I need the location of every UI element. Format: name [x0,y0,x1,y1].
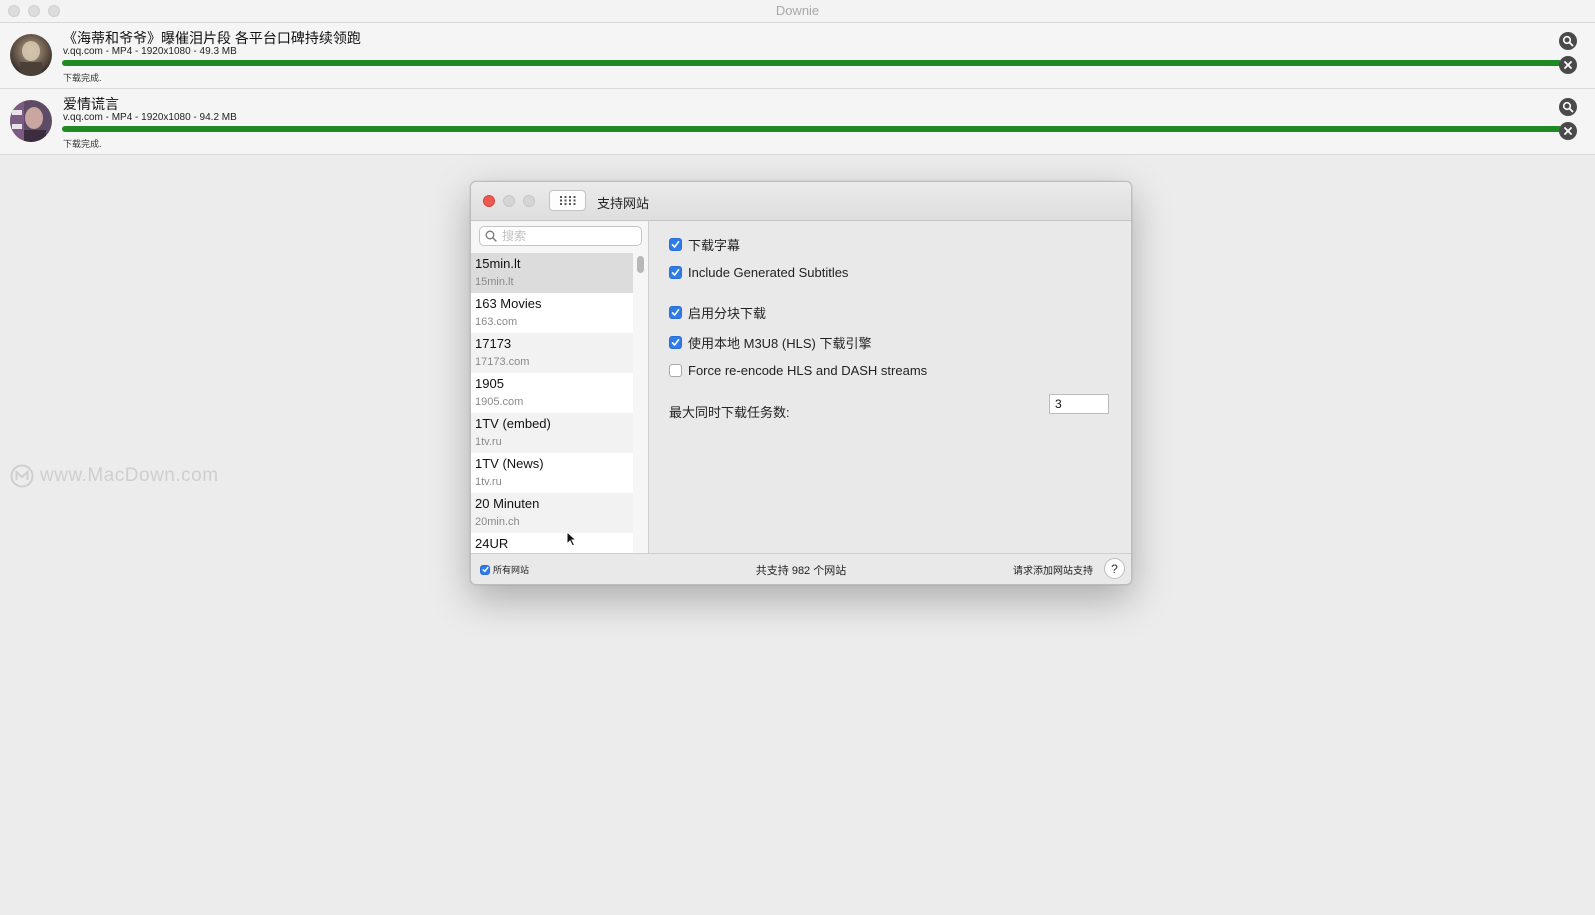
native-hls-checkbox[interactable] [669,336,682,349]
supported-sites-dialog: 支持网站 15min.lt 15min.lt 163 Movies 163.co… [470,181,1132,585]
native-hls-option[interactable]: 使用本地 M3U8 (HLS) 下载引擎 [669,333,871,352]
download-title: 《海蒂和爷爷》曝催泪片段 各平台口碑持续领跑 [63,30,361,46]
site-list[interactable]: 15min.lt 15min.lt 163 Movies 163.com 171… [471,253,633,553]
site-name: 163 Movies [475,296,542,311]
dialog-zoom-button[interactable] [523,195,535,207]
download-subtitles-option[interactable]: 下载字幕 [669,235,740,254]
download-meta: v.qq.com - MP4 - 1920x1080 - 94.2 MB [63,112,237,123]
reveal-in-finder-button[interactable] [1559,98,1577,116]
main-titlebar: Downie [0,0,1595,23]
site-name: 1905 [475,376,504,391]
dialog-minimize-button[interactable] [503,195,515,207]
site-name: 15min.lt [475,256,521,271]
site-list-item[interactable]: 1905 1905.com [471,373,633,413]
download-meta: v.qq.com - MP4 - 1920x1080 - 49.3 MB [63,46,237,57]
generated-subtitles-label: Include Generated Subtitles [688,265,849,280]
remove-download-button[interactable] [1559,122,1577,140]
site-name: 1TV (News) [475,456,544,471]
search-icon [485,230,497,242]
app-title: Downie [775,3,820,18]
dialog-footer: 所有网站 共支持 982 个网站 请求添加网站支持 ? [471,553,1131,584]
site-domain: 17173.com [475,356,530,368]
reveal-in-finder-button[interactable] [1559,32,1577,50]
search-field[interactable] [479,226,642,246]
site-list-item[interactable]: 1TV (News) 1tv.ru [471,453,633,493]
site-list-item[interactable]: 24UR [471,533,633,553]
site-domain: 1tv.ru [475,436,502,448]
native-hls-label: 使用本地 M3U8 (HLS) 下载引擎 [688,336,872,351]
force-reencode-label: Force re-encode HLS and DASH streams [688,363,928,378]
generated-subtitles-option[interactable]: Include Generated Subtitles [669,265,848,280]
video-thumbnail [10,34,52,76]
site-domain: 1905.com [475,396,524,408]
checkmark-icon [671,241,680,248]
site-domain: 20min.ch [475,516,520,528]
site-name: 17173 [475,336,512,351]
close-icon [1564,127,1572,135]
site-list-item[interactable]: 20 Minuten 20min.ch [471,493,633,533]
download-status: 下载完成. [63,73,102,83]
chunked-download-label: 启用分块下载 [688,306,767,321]
magnifier-icon [1562,35,1574,47]
site-list-item[interactable]: 15min.lt 15min.lt [471,253,633,293]
generated-subtitles-checkbox[interactable] [669,266,682,279]
max-concurrent-label: 最大同时下载任务数: [669,405,790,420]
download-status: 下载完成. [63,139,102,149]
remove-download-button[interactable] [1559,56,1577,74]
download-title: 爱情谎言 [63,96,119,112]
close-icon [1564,61,1572,69]
chunked-download-option[interactable]: 启用分块下载 [669,303,766,322]
checkmark-icon [671,309,680,316]
search-input[interactable] [502,228,637,244]
dialog-titlebar: 支持网站 [471,182,1131,221]
site-domain: 163.com [475,316,518,328]
watermark-text: www.MacDown.com [40,465,219,486]
magnifier-icon [1562,101,1574,113]
download-subtitles-checkbox[interactable] [669,238,682,251]
grid-dots-icon [559,196,575,205]
site-name: 20 Minuten [475,496,540,511]
download-progress-bar [62,126,1562,132]
site-name: 1TV (embed) [475,416,551,431]
download-item[interactable]: 《海蒂和爷爷》曝催泪片段 各平台口碑持续领跑 v.qq.com - MP4 - … [0,23,1595,89]
max-concurrent-input[interactable] [1049,394,1109,414]
site-domain: 1tv.ru [475,476,502,488]
help-button[interactable]: ? [1104,558,1125,579]
download-progress-bar [62,60,1562,66]
video-thumbnail [10,100,52,142]
sites-sidebar: 15min.lt 15min.lt 163 Movies 163.com 171… [471,221,649,553]
watermark: www.MacDown.com [10,464,219,488]
macdown-logo-icon [10,464,34,488]
force-reencode-checkbox[interactable] [669,364,682,377]
site-list-item[interactable]: 1TV (embed) 1tv.ru [471,413,633,453]
download-subtitles-label: 下载字幕 [688,238,741,253]
site-list-scrollbar[interactable] [637,256,644,273]
dialog-title: 支持网站 [597,196,650,211]
mouse-cursor-icon [566,530,578,552]
chunked-download-checkbox[interactable] [669,306,682,319]
site-list-item[interactable]: 163 Movies 163.com [471,293,633,333]
checkmark-icon [671,269,680,276]
grid-view-button[interactable] [549,190,586,211]
site-domain: 15min.lt [475,276,514,288]
request-site-link[interactable]: 请求添加网站支持 [1013,562,1093,577]
checkmark-icon [671,339,680,346]
site-list-item[interactable]: 17173 17173.com [471,333,633,373]
force-reencode-option[interactable]: Force re-encode HLS and DASH streams [669,363,927,378]
dialog-close-button[interactable] [483,195,495,207]
site-name: 24UR [475,536,509,551]
download-item[interactable]: 爱情谎言 v.qq.com - MP4 - 1920x1080 - 94.2 M… [0,89,1595,155]
